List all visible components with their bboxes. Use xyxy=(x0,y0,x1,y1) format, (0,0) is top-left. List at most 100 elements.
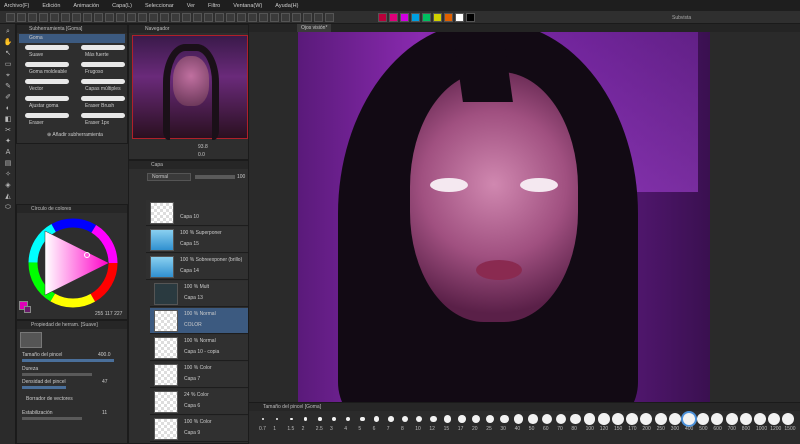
density-row[interactable]: Densidad del pincel 47 xyxy=(22,379,118,389)
brush-label[interactable]: Más fuerte xyxy=(85,52,109,58)
brush-size-label[interactable]: 60 xyxy=(543,426,549,432)
brush-stroke-preview[interactable] xyxy=(81,113,125,118)
brush-stroke-preview[interactable] xyxy=(25,62,69,67)
brush-size-label[interactable]: 17 xyxy=(458,426,464,432)
artwork-canvas[interactable] xyxy=(298,32,710,402)
brush-size-label[interactable]: 300 xyxy=(671,426,679,432)
tool-icon[interactable]: ✂ xyxy=(3,126,13,135)
brush-size-dot[interactable] xyxy=(430,415,437,423)
toolbar-icon[interactable] xyxy=(94,13,103,22)
brush-label[interactable]: Eraser Brush xyxy=(85,103,114,109)
brush-size-dot[interactable] xyxy=(276,417,279,421)
brush-size-label[interactable]: 800 xyxy=(742,426,750,432)
toolbar-icon[interactable] xyxy=(72,13,81,22)
palette-color-swatch[interactable] xyxy=(389,13,398,22)
brush-size-dot[interactable] xyxy=(500,414,509,424)
brush-size-label[interactable]: 8 xyxy=(401,426,404,432)
brush-stroke-preview[interactable] xyxy=(25,96,69,101)
tool-icon[interactable]: ▭ xyxy=(3,60,13,69)
brush-size-dot[interactable] xyxy=(725,413,738,425)
brush-size-dot[interactable] xyxy=(458,415,466,423)
palette-color-swatch[interactable] xyxy=(400,13,409,22)
brush-size-dot[interactable] xyxy=(697,413,710,425)
stabilization-value[interactable]: 11 xyxy=(102,410,107,416)
layer-item[interactable]: 100 % Sobreexponer (brillo) Capa 14 xyxy=(146,254,248,280)
brush-size-label[interactable]: 30 xyxy=(500,426,506,432)
brush-size-label[interactable]: 1200 xyxy=(770,426,781,432)
brush-size-dot[interactable] xyxy=(654,413,667,425)
add-subtool-button[interactable]: ⊕ Añadir subherramienta xyxy=(47,132,103,138)
tool-icon[interactable]: ▤ xyxy=(3,159,13,168)
navigator-zoom[interactable]: 93.8 xyxy=(198,144,208,150)
brush-stroke-preview[interactable] xyxy=(25,45,69,50)
menu-item[interactable]: Seleccionar xyxy=(145,3,174,9)
tool-icon[interactable]: ⌖ xyxy=(3,71,13,80)
brush-size-dot[interactable] xyxy=(754,413,766,425)
menu-item[interactable]: Animación xyxy=(73,3,99,9)
tool-icon[interactable]: ⬭ xyxy=(3,203,13,212)
layer-item[interactable]: 100 % Superponer Capa 15 xyxy=(146,227,248,253)
brush-size-label[interactable]: 200 xyxy=(642,426,650,432)
brush-size-label[interactable]: 150 xyxy=(614,426,622,432)
toolbar-icon[interactable] xyxy=(17,13,26,22)
brush-size-dot[interactable] xyxy=(262,418,264,420)
brush-stroke-preview[interactable] xyxy=(81,96,125,101)
toolbar-icon[interactable] xyxy=(193,13,202,22)
brush-size-label[interactable]: 700 xyxy=(728,426,736,432)
brush-label[interactable]: Eraser 1px xyxy=(85,120,109,126)
toolbar-icon[interactable] xyxy=(259,13,268,22)
tool-icon[interactable]: ✐ xyxy=(3,93,13,102)
brush-label[interactable]: Frugoso xyxy=(85,69,103,75)
navigator-preview[interactable] xyxy=(132,35,248,140)
brush-label[interactable]: Capas múltiples xyxy=(85,86,121,92)
toolbar-icon[interactable] xyxy=(215,13,224,22)
density-slider[interactable] xyxy=(22,386,66,389)
palette-color-swatch[interactable] xyxy=(411,13,420,22)
brush-size-dot[interactable] xyxy=(584,413,596,425)
brush-size-label[interactable]: 7 xyxy=(387,426,390,432)
toolbar-icon[interactable] xyxy=(149,13,158,22)
brush-stroke-preview[interactable] xyxy=(81,79,125,84)
brush-size-label[interactable]: 50 xyxy=(529,426,535,432)
brush-stroke-preview[interactable] xyxy=(25,113,69,118)
toolbar-icon[interactable] xyxy=(39,13,48,22)
layer-item[interactable]: Capa 10 xyxy=(146,200,248,226)
palette-color-swatch[interactable] xyxy=(444,13,453,22)
brush-size-dot[interactable] xyxy=(318,417,322,421)
density-value[interactable]: 47 xyxy=(102,379,108,385)
brush-size-label[interactable]: 80 xyxy=(571,426,577,432)
menu-item[interactable]: Filtro xyxy=(208,3,220,9)
layer-tab[interactable]: Capa xyxy=(129,161,248,169)
navigator-angle[interactable]: 0.0 xyxy=(198,152,205,158)
menu-item[interactable]: Ayuda(H) xyxy=(275,3,298,9)
brush-size-dot[interactable] xyxy=(782,413,795,425)
layer-item[interactable]: 100 % Normal COLOR xyxy=(150,308,248,334)
vector-eraser-row[interactable]: Borrador de vectores xyxy=(26,396,122,406)
brush-size-dot[interactable] xyxy=(711,413,724,425)
palette-color-swatch[interactable] xyxy=(378,13,387,22)
brush-size-dot[interactable] xyxy=(528,414,538,424)
color-wheel[interactable] xyxy=(27,217,119,309)
brush-size-label[interactable]: 600 xyxy=(713,426,721,432)
tool-icon[interactable]: ◧ xyxy=(3,115,13,124)
palette-color-swatch[interactable] xyxy=(455,13,464,22)
brush-size-dot[interactable] xyxy=(640,413,653,425)
tool-icon[interactable]: ✧ xyxy=(3,170,13,179)
brush-size-dot[interactable] xyxy=(444,415,452,423)
brush-size-label[interactable]: 3 xyxy=(330,426,333,432)
brush-label[interactable]: Vector xyxy=(29,86,43,92)
brush-size-label[interactable]: 4 xyxy=(344,426,347,432)
toolbar-icon[interactable] xyxy=(160,13,169,22)
brush-size-dot[interactable] xyxy=(360,416,365,422)
brush-size-dot[interactable] xyxy=(332,417,336,421)
brush-size-label[interactable]: 10 xyxy=(415,426,421,432)
menu-item[interactable]: Archivo(F) xyxy=(4,3,29,9)
brush-size-label[interactable]: 100 xyxy=(586,426,594,432)
brush-size-dot[interactable] xyxy=(626,413,639,425)
brush-size-label[interactable]: 500 xyxy=(699,426,707,432)
menu-item[interactable]: Ventana(W) xyxy=(233,3,262,9)
sub-color-swatch[interactable] xyxy=(24,306,31,313)
brush-size-label[interactable]: 6 xyxy=(373,426,376,432)
menu-item[interactable]: Ver xyxy=(187,3,195,9)
brush-size-label[interactable]: 15 xyxy=(444,426,450,432)
